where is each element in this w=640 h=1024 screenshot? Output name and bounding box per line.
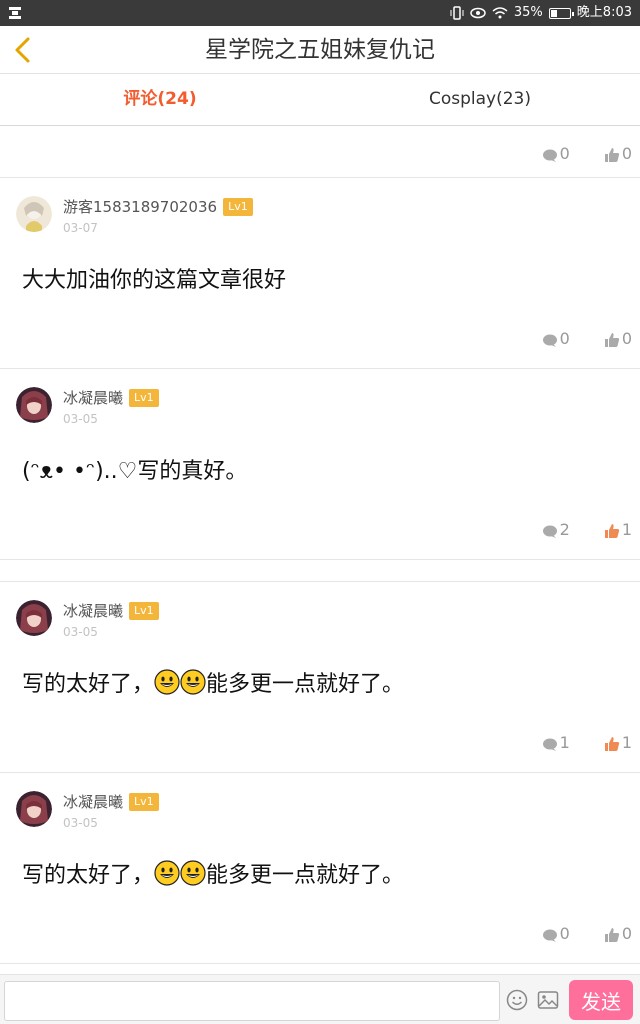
section-divider: [0, 560, 640, 582]
reply-count: 0: [559, 329, 570, 348]
page-title: 星学院之五姐妹复仇记: [205, 37, 435, 63]
comment-bubble-icon: [542, 929, 557, 942]
comment-item: 游客1583189702036 Lv1 03-07 大大加油你的这篇文章很好 0 …: [0, 178, 640, 369]
like-button[interactable]: 0: [604, 144, 632, 163]
like-count: 1: [621, 520, 632, 539]
like-count: 1: [621, 733, 632, 752]
level-badge: Lv1: [129, 389, 159, 407]
comment-actions: 0 0: [542, 144, 632, 163]
like-count: 0: [621, 144, 632, 163]
battery-percent: 35%: [513, 5, 543, 20]
status-bar: 35% 晚上8:03: [0, 0, 640, 26]
comment-bubble-icon: [542, 738, 557, 751]
comment-actions: 0 0: [542, 924, 632, 943]
wifi-icon: [492, 7, 508, 19]
reply-bar: 发送: [0, 974, 640, 1024]
comment-bubble-icon: [542, 149, 557, 162]
like-button[interactable]: 1: [604, 733, 632, 752]
thumbs-up-icon: [604, 928, 619, 942]
comment-list[interactable]: 0 0 游客1583189702036 Lv1 03-07 大大加油你的这篇文章很…: [0, 126, 640, 974]
user-name[interactable]: 冰凝晨曦 Lv1: [63, 600, 159, 621]
reply-button[interactable]: 2: [542, 520, 570, 539]
comment-actions: 1 1: [542, 733, 632, 752]
previous-comment-actions: 0 0: [0, 126, 640, 178]
reply-count: 1: [559, 733, 570, 752]
grinning-emoji-icon: [154, 860, 180, 886]
like-button[interactable]: 0: [604, 924, 632, 943]
avatar[interactable]: [16, 600, 52, 636]
comment-text: 大大加油你的这篇文章很好: [22, 268, 287, 293]
chevron-left-icon[interactable]: [10, 34, 38, 66]
comment-date: 03-05: [63, 412, 98, 426]
comment-item: 冰凝晨曦 Lv1 03-05 写的太好了， 能多更一点就好了。 1 1: [0, 582, 640, 773]
user-name[interactable]: 冰凝晨曦 Lv1: [63, 387, 159, 408]
thumbs-up-icon: [604, 333, 619, 347]
grinning-emoji-icon: [180, 860, 206, 886]
like-button[interactable]: 1: [604, 520, 632, 539]
reply-count: 0: [559, 924, 570, 943]
clock: 晚上8:03: [576, 5, 632, 20]
comment-text: 写的太好了， 能多更一点就好了。: [22, 857, 624, 889]
avatar[interactable]: [16, 791, 52, 827]
notification-icon: [9, 7, 21, 19]
comment-date: 03-07: [63, 221, 98, 235]
reply-button[interactable]: 0: [542, 924, 570, 943]
user-name-text: 冰凝晨曦: [63, 389, 124, 407]
tab-comments[interactable]: 评论(24): [0, 74, 320, 125]
grinning-emoji-icon: [154, 669, 180, 695]
comment-item: 冰凝晨曦 Lv1 03-05 (ᵔᴥ• •ᵔ)..♡写的真好。 2 1: [0, 369, 640, 560]
user-name[interactable]: 游客1583189702036 Lv1: [63, 196, 253, 217]
reply-count: 0: [559, 144, 570, 163]
comment-bubble-icon: [542, 525, 557, 538]
comment-bubble-icon: [542, 334, 557, 347]
comment-date: 03-05: [63, 625, 98, 639]
comment-text: (ᵔᴥ• •ᵔ)..♡写的真好。: [22, 459, 248, 484]
reply-count: 2: [559, 520, 570, 539]
reply-button[interactable]: 0: [542, 329, 570, 348]
level-badge: Lv1: [223, 198, 253, 216]
tab-cosplay[interactable]: Cosplay(23): [320, 74, 640, 125]
comment-actions: 2 1: [542, 520, 632, 539]
battery-icon: [548, 7, 574, 19]
send-button[interactable]: 发送: [569, 980, 633, 1020]
level-badge: Lv1: [129, 793, 159, 811]
user-name-text: 冰凝晨曦: [63, 602, 124, 620]
vibrate-icon: [450, 6, 464, 20]
image-icon[interactable]: [537, 989, 559, 1011]
thumbs-up-icon: [604, 148, 619, 162]
comment-text-before: 写的太好了，: [22, 672, 155, 697]
like-count: 0: [621, 924, 632, 943]
thumbs-up-icon: [604, 524, 619, 538]
thumbs-up-icon: [604, 737, 619, 751]
battery-fill: [550, 9, 557, 17]
comment-item: 冰凝晨曦 Lv1 03-05 写的太好了， 能多更一点就好了。 0 0: [0, 773, 640, 964]
comment-text: 写的太好了， 能多更一点就好了。: [22, 666, 624, 698]
nav-bar: 星学院之五姐妹复仇记: [0, 26, 640, 74]
tab-bar: 评论(24) Cosplay(23): [0, 74, 640, 126]
comment-date: 03-05: [63, 816, 98, 830]
smiley-icon[interactable]: [506, 989, 528, 1011]
level-badge: Lv1: [129, 602, 159, 620]
user-name[interactable]: 冰凝晨曦 Lv1: [63, 791, 159, 812]
grinning-emoji-icon: [180, 669, 206, 695]
comment-text-after: 能多更一点就好了。: [206, 672, 405, 697]
avatar[interactable]: [16, 387, 52, 423]
avatar[interactable]: [16, 196, 52, 232]
user-name-text: 冰凝晨曦: [63, 793, 124, 811]
comment-text-after: 能多更一点就好了。: [206, 863, 405, 888]
reply-input[interactable]: [4, 981, 500, 1021]
user-name-text: 游客1583189702036: [63, 198, 218, 216]
like-button[interactable]: 0: [604, 329, 632, 348]
like-count: 0: [621, 329, 632, 348]
reply-button[interactable]: 0: [542, 144, 570, 163]
comment-text-before: 写的太好了，: [22, 863, 155, 888]
reply-button[interactable]: 1: [542, 733, 570, 752]
comment-actions: 0 0: [542, 329, 632, 348]
eye-icon: [470, 7, 486, 19]
